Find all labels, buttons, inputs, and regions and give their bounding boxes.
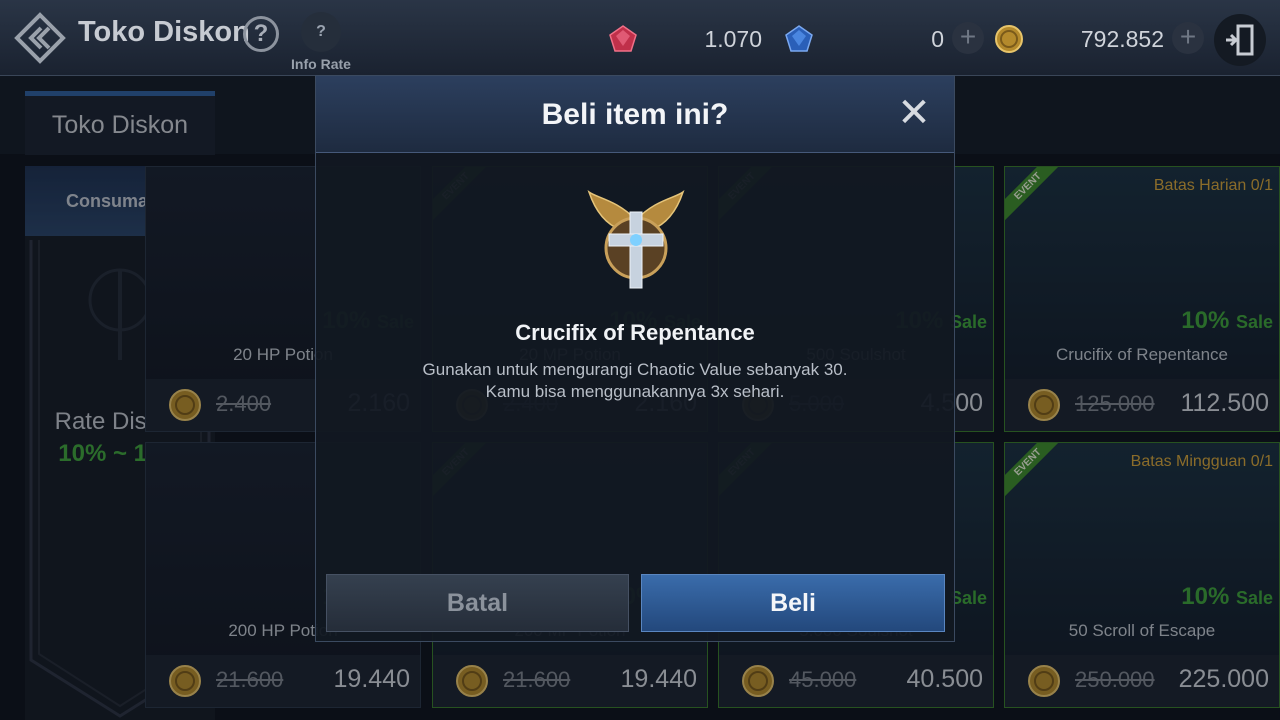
top-bar: Toko Diskon ? ? Info Rate 1.070 0 + 792.…	[0, 0, 1280, 76]
cancel-button[interactable]: Batal	[326, 574, 629, 632]
blue-gem-amount: 0	[931, 26, 944, 52]
item-description-line-2: Kamu bisa menggunakannya 3x sehari.	[485, 382, 785, 401]
red-gem-icon	[609, 25, 637, 52]
blue-gem-currency: 0	[784, 22, 944, 56]
info-rate-button[interactable]: ? Info Rate	[284, 10, 358, 74]
gold-coin-icon	[995, 25, 1023, 53]
red-gem-currency: 1.070	[608, 22, 762, 56]
info-rate-icon: ?	[301, 12, 341, 52]
purchase-dialog: Beli item ini? ✕ Crucifix of Repentance …	[315, 75, 955, 642]
item-description-line-1: Gunakan untuk mengurangi Chaotic Value s…	[422, 360, 848, 379]
back-icon[interactable]	[14, 12, 66, 64]
close-icon[interactable]: ✕	[894, 93, 934, 134]
dialog-title: Beli item ini?	[541, 98, 729, 131]
page-title: Toko Diskon	[78, 16, 250, 48]
gold-currency: 792.852	[994, 22, 1164, 56]
info-rate-label: Info Rate	[291, 56, 351, 72]
blue-gem-icon	[785, 25, 813, 52]
exit-icon[interactable]	[1214, 14, 1266, 66]
crucifix-icon	[587, 190, 685, 289]
dialog-header: Beli item ini? ✕	[316, 76, 954, 153]
gold-amount: 792.852	[1080, 26, 1164, 52]
add-blue-gem-button[interactable]: +	[952, 22, 984, 54]
item-description: Gunakan untuk mengurangi Chaotic Value s…	[316, 359, 954, 403]
add-gold-button[interactable]: +	[1172, 22, 1204, 54]
item-name: Crucifix of Repentance	[515, 320, 755, 345]
help-button[interactable]: ?	[243, 16, 279, 52]
red-gem-amount: 1.070	[704, 26, 762, 52]
buy-button[interactable]: Beli	[641, 574, 945, 632]
